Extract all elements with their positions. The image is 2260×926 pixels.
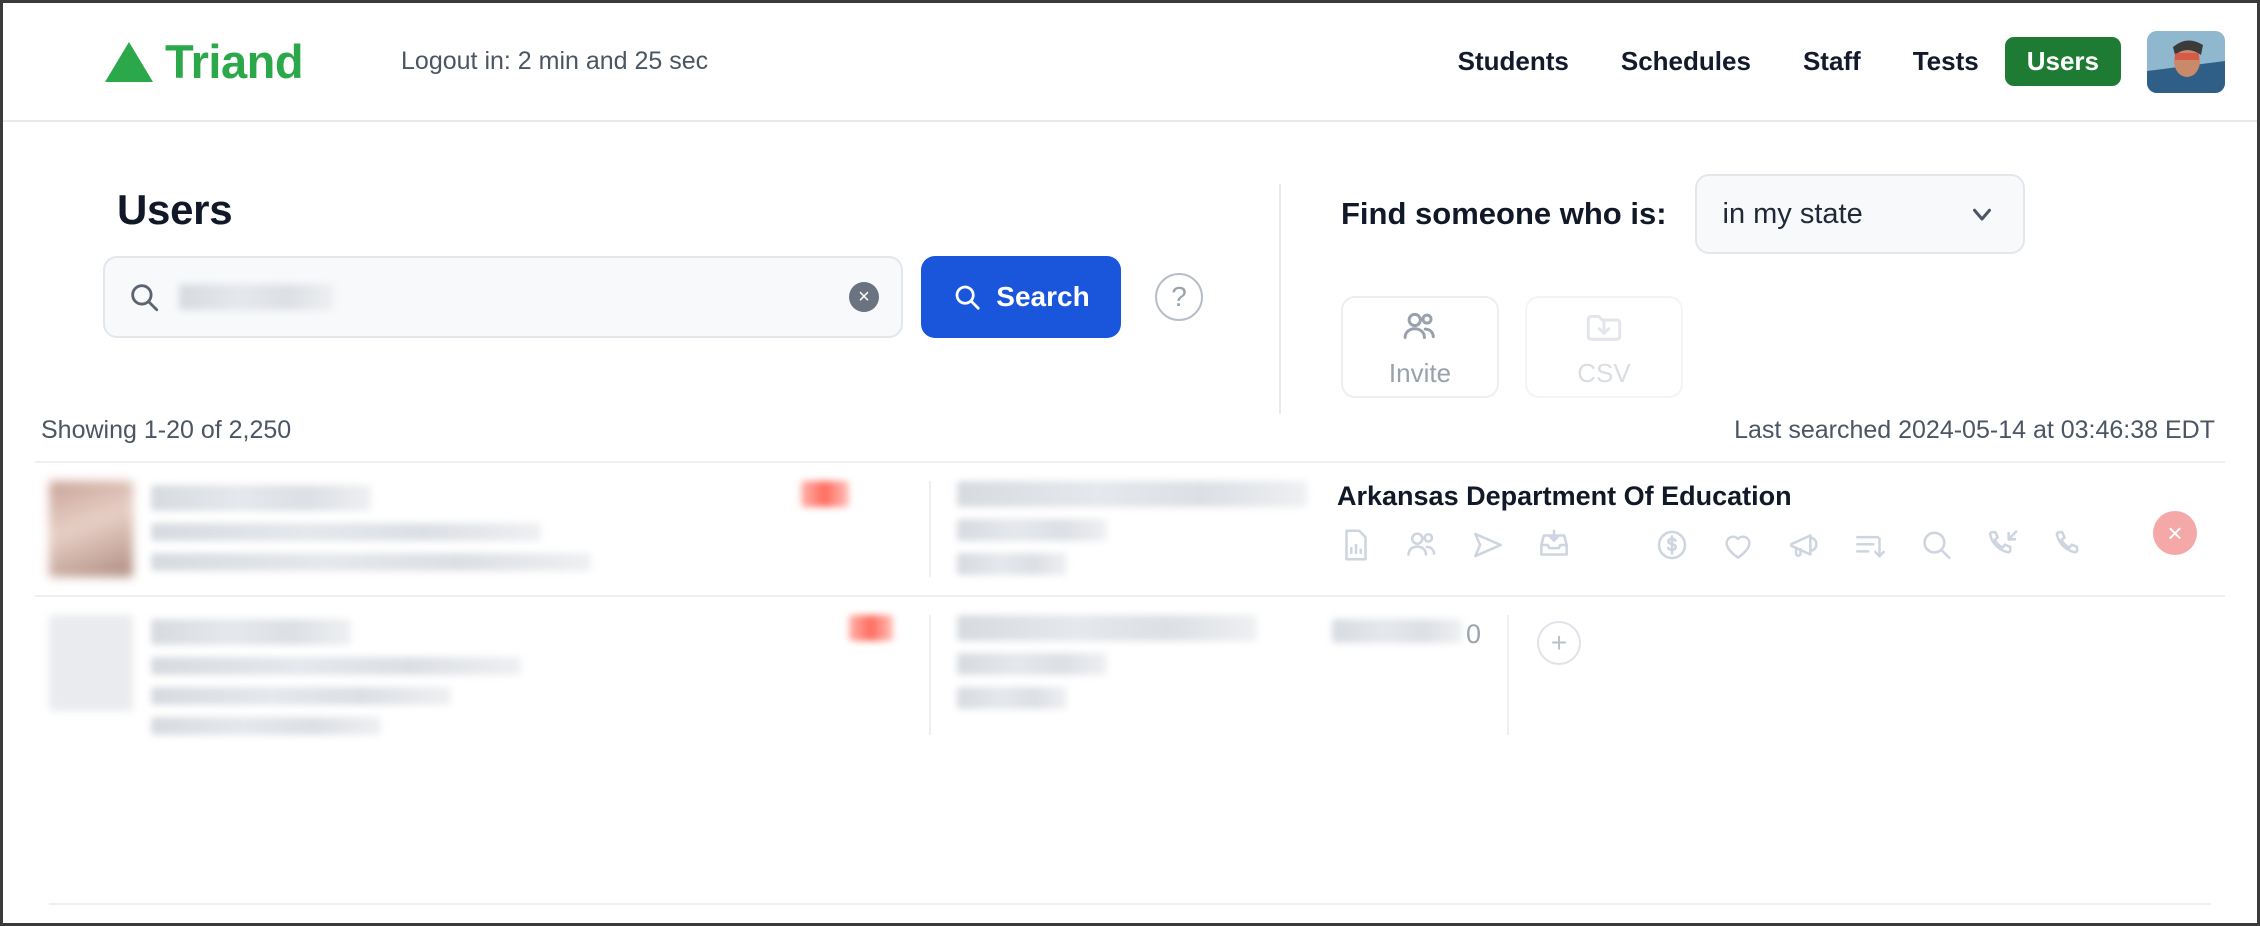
row-count: 0 (1309, 615, 1509, 735)
nav-item-staff[interactable]: Staff (1777, 36, 1887, 87)
search-section: Users × Search ? Find someone who is: in… (3, 122, 2257, 414)
folder-download-icon (1586, 314, 1622, 341)
invite-button-label: Invite (1388, 357, 1452, 388)
organization-name: Arkansas Department Of Education (1337, 481, 1792, 511)
nav-item-schedules[interactable]: Schedules (1595, 36, 1777, 87)
inbox-download-icon[interactable] (1535, 526, 1573, 564)
row-detail (929, 615, 1309, 735)
dollar-circle-icon[interactable] (1653, 526, 1691, 564)
redacted-text (151, 553, 591, 571)
redacted-text (957, 653, 1107, 675)
avatar-image (2147, 30, 2225, 93)
brand-logo[interactable]: Triand (103, 35, 304, 88)
redacted-text (957, 687, 1067, 709)
redacted-text (957, 553, 1067, 575)
report-file-icon[interactable] (1337, 526, 1375, 564)
row-person (49, 481, 591, 577)
filter-row: Find someone who is: in my state (1341, 174, 2257, 254)
search-input[interactable]: × (103, 256, 903, 338)
people-icon[interactable] (1403, 526, 1441, 564)
nav-item-tests[interactable]: Tests (1887, 36, 2005, 87)
search-row: × Search ? (103, 256, 1279, 338)
triangle-logo-icon (105, 41, 153, 82)
clear-search-button[interactable]: × (849, 282, 879, 312)
sort-descending-icon[interactable] (1851, 526, 1889, 564)
redacted-text (151, 717, 381, 735)
search-icon[interactable] (1917, 526, 1955, 564)
people-icon (1403, 312, 1435, 339)
filter-panel: Find someone who is: in my state Invite (1279, 174, 2257, 412)
add-row-button[interactable]: + (1537, 621, 1581, 665)
chevron-down-icon (1972, 208, 1991, 221)
status-badge (849, 615, 893, 641)
showing-count: Showing 1-20 of 2,250 (41, 416, 292, 444)
search-button-label: Search (996, 281, 1090, 312)
filter-actions: Invite CSV (1341, 296, 2257, 398)
row-avatar (49, 615, 133, 711)
redacted-text (151, 485, 371, 511)
results-meta: Showing 1-20 of 2,250 Last searched 2024… (35, 412, 2225, 461)
megaphone-icon[interactable] (1785, 526, 1823, 564)
csv-button[interactable]: CSV (1525, 296, 1683, 398)
search-button[interactable]: Search (921, 256, 1121, 338)
redacted-text (151, 523, 541, 541)
table-row[interactable]: 0 + (35, 595, 2225, 753)
status-badge (801, 481, 849, 507)
search-icon (131, 284, 159, 312)
scope-select[interactable]: in my state (1694, 174, 2025, 254)
search-icon (955, 285, 980, 310)
main-nav: Students Schedules Staff Tests Users (1432, 30, 2225, 93)
remove-row-button[interactable]: × (2153, 511, 2197, 555)
search-panel: Users × Search ? (3, 174, 1279, 412)
redacted-text (151, 657, 521, 675)
browser-window: Triand Logout in: 2 min and 25 sec Stude… (0, 0, 2260, 926)
redacted-text (957, 481, 1307, 507)
avatar[interactable] (2147, 30, 2225, 93)
redacted-text (151, 687, 451, 705)
row-detail (929, 481, 1309, 577)
phone-icon[interactable] (2049, 526, 2087, 564)
row-actions: + (1509, 615, 2225, 735)
invite-button[interactable]: Invite (1341, 296, 1499, 398)
brand-name: Triand (165, 35, 304, 88)
action-icon-row (1337, 526, 2225, 564)
row-count-value: 0 (1465, 619, 1481, 649)
filter-label: Find someone who is: (1341, 196, 1667, 231)
search-input-value (179, 284, 334, 310)
incoming-call-icon[interactable] (1983, 526, 2021, 564)
row-mid (549, 481, 929, 577)
nav-item-students[interactable]: Students (1432, 36, 1595, 87)
row-person-lines (151, 481, 591, 577)
redacted-text (957, 519, 1107, 541)
page-title: Users (117, 186, 233, 233)
heart-icon[interactable] (1719, 526, 1757, 564)
row-person (49, 615, 549, 735)
row-actions: Arkansas Department Of Education × (1309, 481, 2225, 577)
table-bottom-divider (49, 903, 2211, 905)
table-row[interactable]: Arkansas Department Of Education × (35, 461, 2225, 595)
row-mid (549, 615, 929, 735)
row-person-lines (151, 615, 529, 735)
scope-select-value: in my state (1722, 197, 1863, 230)
row-avatar (49, 481, 133, 577)
app-header: Triand Logout in: 2 min and 25 sec Stude… (3, 3, 2257, 122)
last-searched: Last searched 2024-05-14 at 03:46:38 EDT (1734, 416, 2215, 444)
section-divider (1279, 184, 1281, 414)
help-icon[interactable]: ? (1155, 273, 1203, 321)
redacted-text (151, 619, 351, 645)
results-section: Showing 1-20 of 2,250 Last searched 2024… (3, 412, 2257, 905)
redacted-text (1331, 619, 1462, 643)
csv-button-label: CSV (1577, 357, 1631, 388)
send-icon[interactable] (1469, 526, 1507, 564)
nav-item-users[interactable]: Users (2004, 37, 2121, 86)
redacted-text (957, 615, 1257, 641)
logout-timer: Logout in: 2 min and 25 sec (401, 47, 709, 75)
